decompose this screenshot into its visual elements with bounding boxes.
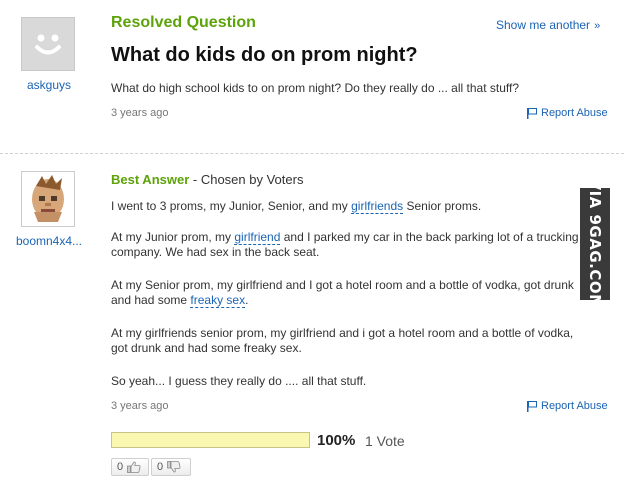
keyword-link-girlfriend[interactable]: girlfriend: [234, 230, 281, 245]
keyword-link-freaky-sex[interactable]: freaky sex: [190, 293, 246, 308]
thumbs-down-count: 0: [157, 461, 164, 473]
answerer-name-link[interactable]: boomn4x4...: [6, 234, 92, 248]
show-another-label: Show me another: [496, 18, 591, 32]
report-abuse-label: Report Abuse: [541, 107, 608, 119]
asker-avatar[interactable]: [21, 17, 75, 71]
pixel-face-avatar-icon: [22, 172, 74, 226]
thumbs-up-count: 0: [117, 461, 124, 473]
asker-name-link[interactable]: askguys: [12, 78, 86, 92]
vote-count: 1 Vote: [365, 433, 405, 449]
show-another-link[interactable]: Show me another»: [496, 18, 600, 32]
flag-icon: [527, 401, 537, 412]
watermark-text: VIA 9GAG.COM: [586, 178, 604, 310]
answer-paragraph-1: I went to 3 proms, my Junior, Senior, an…: [111, 199, 581, 214]
answer-paragraph-2: At my Junior prom, my girlfriend and I p…: [111, 230, 581, 260]
answer-text: Senior proms.: [403, 199, 482, 213]
thumbs-up-icon: [127, 461, 141, 473]
resolved-question-label: Resolved Question: [111, 14, 256, 31]
answer-report-abuse-link[interactable]: Report Abuse: [526, 400, 608, 412]
answerer-avatar[interactable]: [21, 171, 75, 227]
question-title: What do kids do on prom night?: [111, 44, 418, 66]
thumbs-down-icon: [167, 461, 181, 473]
report-abuse-label: Report Abuse: [541, 400, 608, 412]
answer-text: I went to 3 proms, my Junior, Senior, an…: [111, 199, 352, 213]
thumbs-up-button[interactable]: 0: [111, 458, 149, 476]
smiley-face-icon: [22, 18, 74, 70]
flag-icon: [527, 108, 537, 119]
keyword-link-girlfriends[interactable]: girlfriends: [351, 199, 404, 214]
9gag-watermark: VIA 9GAG.COM: [580, 178, 610, 310]
section-divider: [0, 153, 624, 154]
best-answer-header: Best Answer - Chosen by Voters: [111, 172, 303, 187]
answer-text: At my Junior prom, my: [111, 230, 235, 244]
question-timestamp: 3 years ago: [111, 107, 169, 119]
vote-bar-fill: [112, 433, 309, 447]
chosen-by-text: - Chosen by Voters: [189, 172, 304, 187]
best-answer-label: Best Answer: [111, 172, 190, 187]
question-detail: What do high school kids to on prom nigh…: [111, 81, 520, 95]
answer-paragraph-5: So yeah... I guess they really do .... a…: [111, 374, 367, 388]
vote-percentage: 100%: [317, 432, 356, 449]
answer-paragraph-4: At my girlfriends senior prom, my girlfr…: [111, 326, 574, 355]
answer-timestamp: 3 years ago: [111, 400, 169, 412]
answer-text: .: [245, 293, 249, 307]
thumbs-down-button[interactable]: 0: [151, 458, 191, 476]
chevron-right-icon: »: [594, 20, 601, 32]
question-report-abuse-link[interactable]: Report Abuse: [526, 107, 608, 119]
vote-percentage-bar: [111, 432, 310, 448]
answer-paragraph-3: At my Senior prom, my girlfriend and I g…: [111, 278, 581, 308]
answer-text: At my Senior prom, my girlfriend and I g…: [111, 278, 574, 307]
